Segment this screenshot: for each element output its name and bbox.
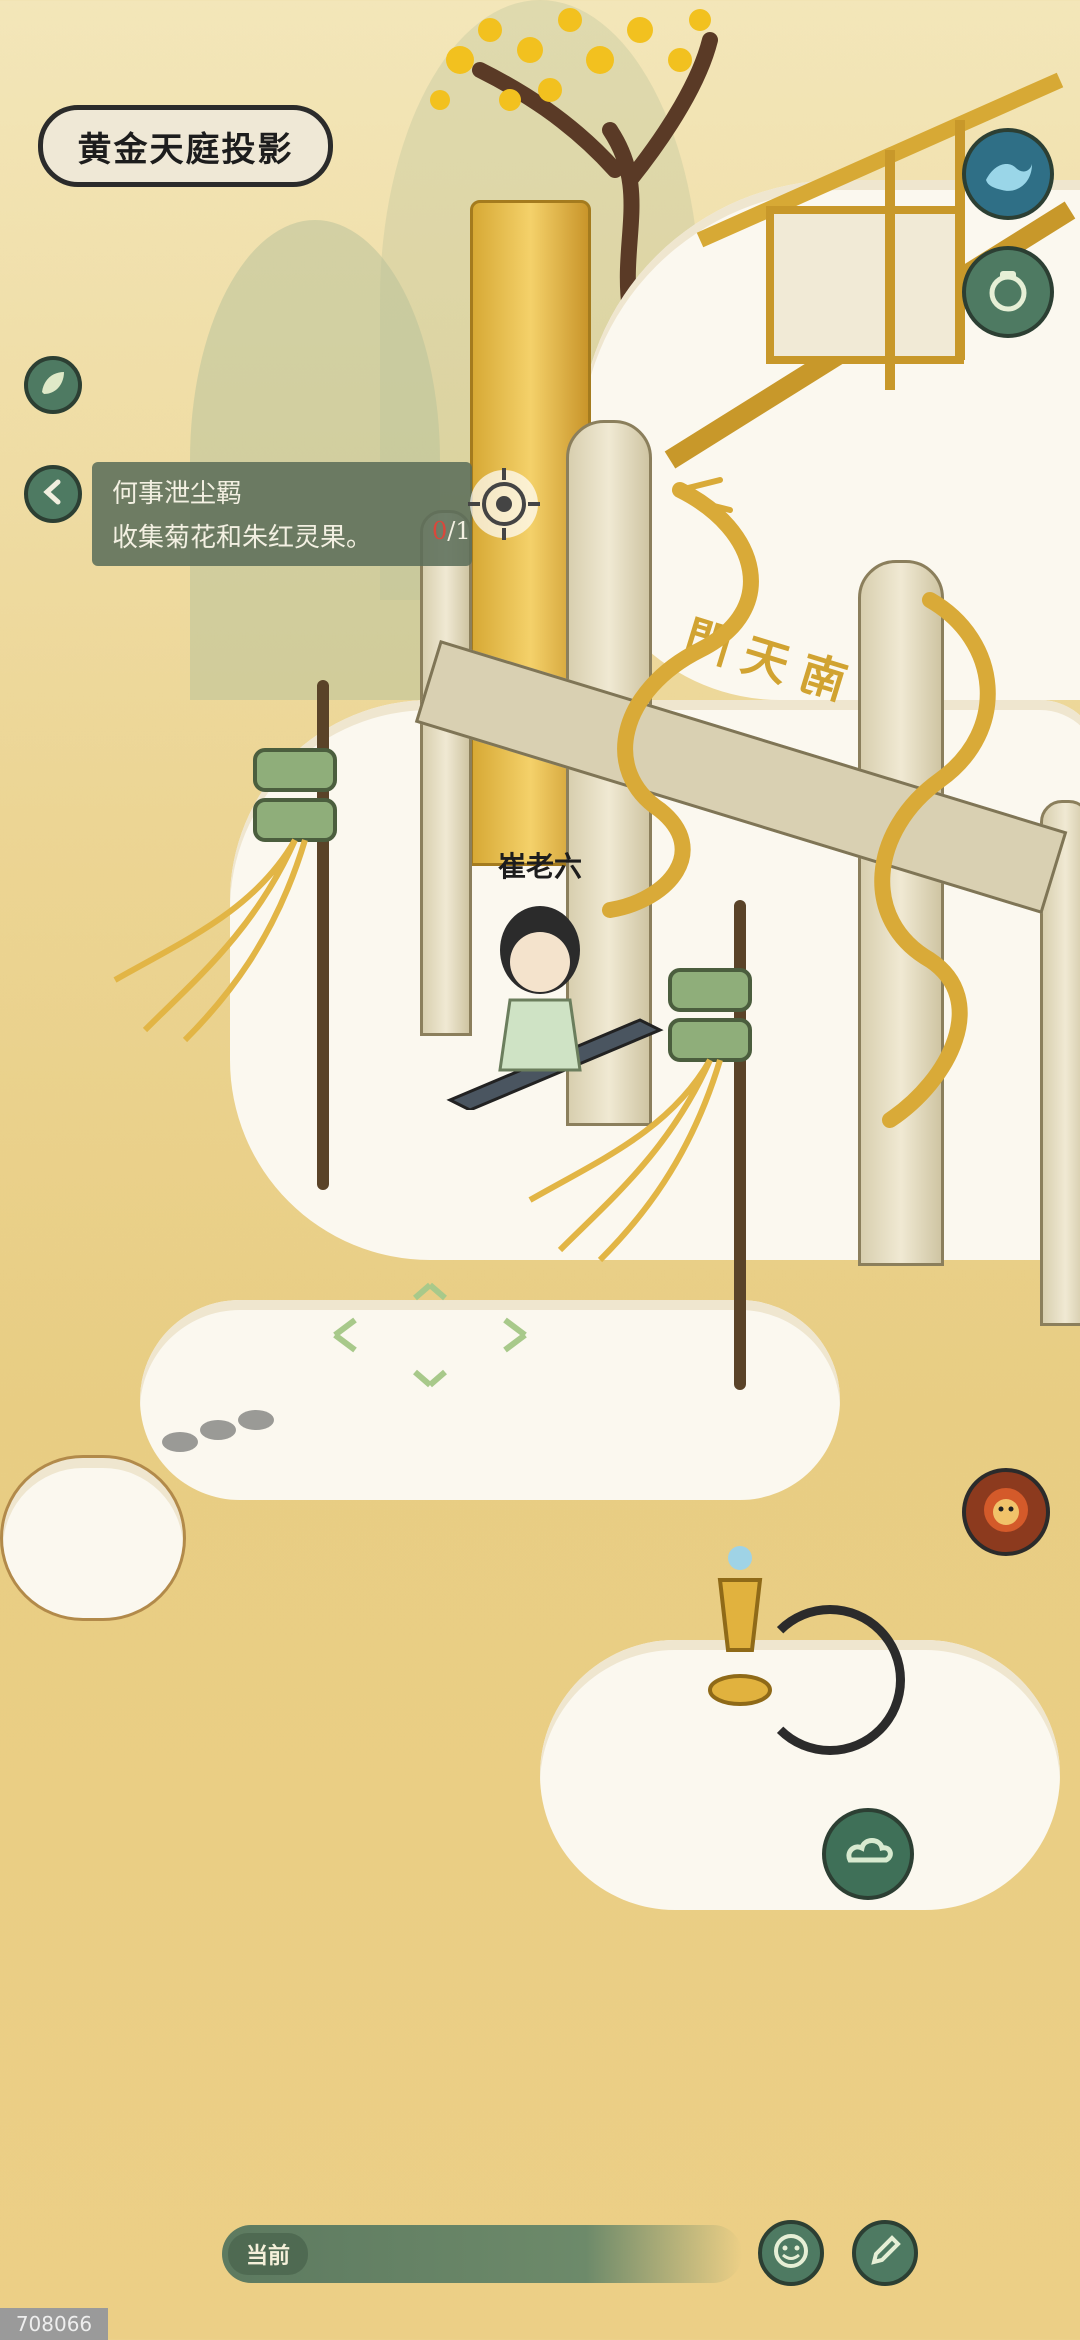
quest-tracker[interactable]: 何事泄尘羁 收集菊花和朱红灵果。 — [92, 462, 472, 566]
move-target-marker — [325, 1280, 535, 1390]
wave-skill-icon — [980, 144, 1036, 204]
quest-target-button[interactable] — [462, 462, 546, 546]
bag-icon — [983, 265, 1033, 319]
smile-icon — [772, 2232, 810, 2274]
chat-channel-tag[interactable]: 当前 — [228, 2233, 308, 2275]
npc-character[interactable] — [440, 890, 670, 1112]
quest-progress-current: 0 — [432, 517, 448, 545]
stepping-stones — [158, 1400, 278, 1460]
golden-dragon — [800, 580, 1040, 1140]
quest-description: 收集菊花和朱红灵果。 — [112, 523, 373, 553]
floating-cloud — [0, 1455, 186, 1621]
leaf-icon — [38, 368, 68, 402]
emote-button[interactable] — [758, 2220, 824, 2286]
leaf-button[interactable] — [24, 356, 82, 414]
cloud-action-button[interactable] — [822, 1808, 914, 1900]
bag-button[interactable] — [962, 246, 1054, 338]
watermark: 708066 — [0, 2308, 108, 2340]
lion-demon-icon — [978, 1482, 1034, 1542]
location-title-text: 黄金天庭投影 — [77, 129, 294, 170]
boss-portrait-button[interactable] — [962, 1468, 1050, 1556]
quest-collapse-button[interactable] — [24, 465, 82, 523]
npc-name-label: 崔老六 — [497, 850, 582, 883]
lantern-tassel — [105, 730, 345, 1050]
back-arrow-icon — [39, 478, 67, 510]
target-icon — [462, 468, 546, 550]
location-title: 黄金天庭投影 — [38, 105, 333, 187]
cloud-icon — [840, 1824, 896, 1884]
chat-write-button[interactable] — [852, 2220, 918, 2286]
water-skill-button[interactable] — [962, 128, 1054, 220]
quest-title: 何事泄尘羁 — [112, 479, 243, 509]
write-icon — [866, 2232, 904, 2274]
movement-joystick[interactable] — [755, 1605, 905, 1755]
